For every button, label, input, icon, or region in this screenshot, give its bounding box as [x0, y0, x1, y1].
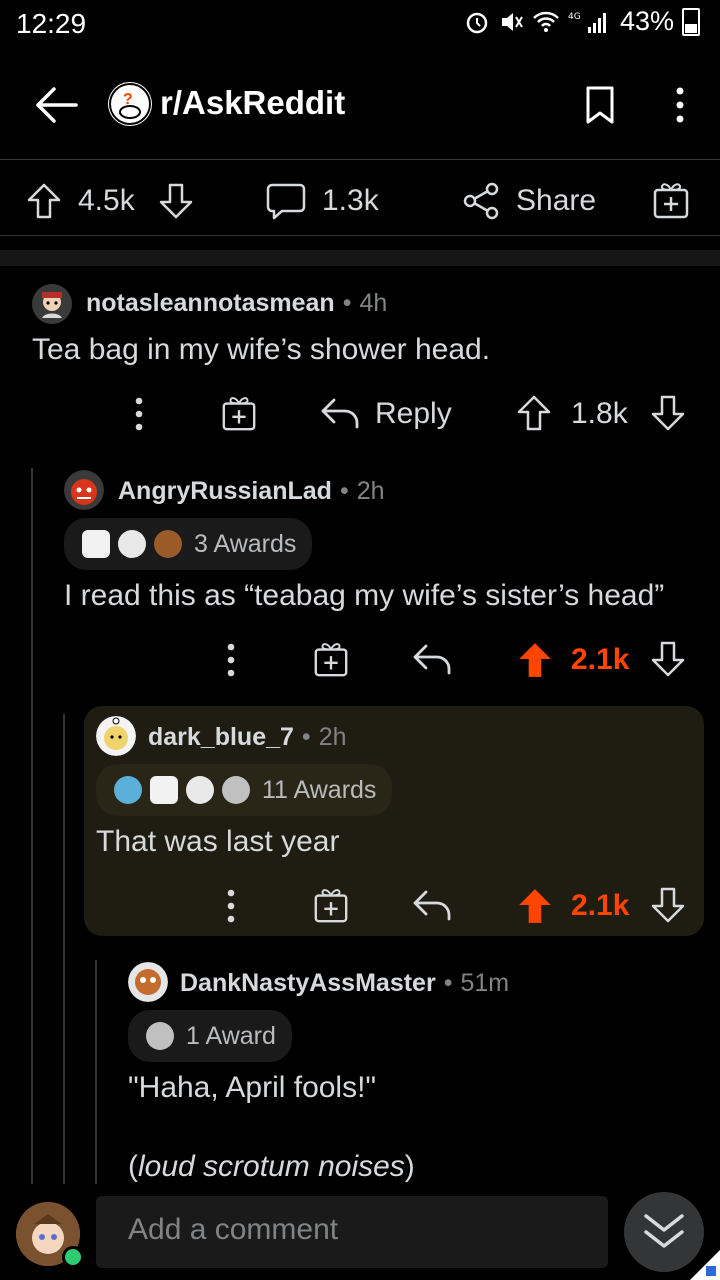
- reply-button[interactable]: Reply: [375, 397, 452, 431]
- comment-header: dark_blue_7 • 2h: [148, 723, 347, 752]
- awards-count: 11 Awards: [262, 775, 377, 804]
- comment-age: 2h: [318, 723, 347, 751]
- bookmark-icon[interactable]: [586, 86, 614, 124]
- avatar[interactable]: [128, 962, 168, 1002]
- comment-age: 51m: [460, 969, 510, 997]
- comment-body: Tea bag in my wife’s shower head.: [32, 333, 491, 366]
- reply-arrow-icon[interactable]: [412, 888, 452, 922]
- comment-header: notasleannotasmean • 4h: [86, 289, 387, 318]
- awards-badge[interactable]: 11 Awards: [96, 764, 393, 816]
- battery-percent: 43%: [619, 6, 674, 36]
- thread-line: [63, 714, 65, 1184]
- user-avatar-icon: [32, 284, 72, 324]
- dot-separator: •: [342, 289, 352, 317]
- comment-more-icon[interactable]: [225, 642, 237, 678]
- back-arrow-icon[interactable]: [34, 86, 78, 124]
- italic-text: loud scrotum noises: [138, 1150, 405, 1183]
- wholesome-award-icon: [82, 530, 110, 558]
- mute-icon: [501, 12, 523, 31]
- thread-line: [95, 960, 97, 1184]
- header-divider: [0, 159, 720, 160]
- comment-body: I read this as “teabag my wife’s sister’…: [64, 579, 665, 612]
- user-avatar-icon: [128, 962, 168, 1002]
- avatar[interactable]: [32, 284, 72, 324]
- award-gift-icon[interactable]: [220, 394, 258, 432]
- wholesome-award-icon: [150, 776, 178, 804]
- downvote-icon[interactable]: [650, 886, 686, 924]
- award-gift-icon[interactable]: [312, 886, 350, 924]
- award-gift-icon[interactable]: [652, 180, 690, 220]
- svg-text:4G: 4G: [568, 12, 581, 22]
- signal-icon: 4G: [568, 12, 606, 33]
- comment-body-italic: (loud scrotum noises): [128, 1150, 415, 1183]
- subreddit-title[interactable]: r/AskReddit: [160, 84, 345, 122]
- user-avatar-icon: [96, 716, 136, 756]
- comment-age: 2h: [356, 477, 385, 505]
- awards-badge[interactable]: 1 Award: [128, 1010, 292, 1062]
- section-separator: [0, 250, 720, 266]
- comment-body: That was last year: [96, 825, 340, 858]
- online-indicator: [62, 1246, 84, 1268]
- battery-icon: [682, 7, 700, 36]
- comment-username[interactable]: dark_blue_7: [148, 723, 294, 752]
- dot-separator: •: [301, 723, 311, 751]
- post-comment-count[interactable]: 1.3k: [322, 184, 379, 218]
- helpful-award-icon: [114, 776, 142, 804]
- upvote-icon[interactable]: [516, 394, 552, 432]
- silver-award-icon: [146, 1022, 174, 1050]
- bear-award-icon: [154, 530, 182, 558]
- comment-input-placeholder: Add a comment: [128, 1213, 339, 1246]
- comment-header: DankNastyAssMaster • 51m: [180, 969, 509, 998]
- reply-arrow-icon[interactable]: [412, 642, 452, 676]
- double-chevron-down-icon: [644, 1214, 684, 1248]
- upvote-icon[interactable]: [26, 182, 62, 220]
- comment-username[interactable]: AngryRussianLad: [118, 477, 332, 506]
- downvote-icon[interactable]: [158, 182, 194, 220]
- comment-age: 4h: [359, 289, 388, 317]
- comment-score: 2.1k: [571, 889, 630, 922]
- post-upvote-count: 4.5k: [78, 184, 135, 217]
- laughing-award-icon: [118, 530, 146, 558]
- comment-more-icon[interactable]: [133, 396, 145, 432]
- alarm-icon: [466, 12, 488, 33]
- comment-header: AngryRussianLad • 2h: [118, 477, 385, 506]
- comment-more-icon[interactable]: [225, 888, 237, 924]
- share-icon[interactable]: [462, 182, 500, 220]
- avatar[interactable]: [96, 716, 136, 756]
- award-gift-icon[interactable]: [312, 640, 350, 678]
- silver-award-icon: [222, 776, 250, 804]
- awards-badge[interactable]: 3 Awards: [64, 518, 313, 570]
- share-button[interactable]: Share: [516, 184, 596, 218]
- comment-username[interactable]: notasleannotasmean: [86, 289, 335, 318]
- comment-body: "Haha, April fools!": [128, 1071, 377, 1104]
- reply-arrow-icon[interactable]: [320, 396, 360, 430]
- corner-badge-icon: [690, 1250, 720, 1280]
- wifi-icon: [533, 11, 559, 32]
- thread-line: [31, 468, 33, 1184]
- avatar[interactable]: [64, 470, 104, 510]
- awards-count: 1 Award: [186, 1021, 276, 1050]
- upvote-active-icon[interactable]: [516, 886, 554, 926]
- laughing-award-icon: [186, 776, 214, 804]
- downvote-icon[interactable]: [650, 640, 686, 678]
- dot-separator: •: [339, 477, 349, 505]
- actions-divider: [0, 235, 720, 236]
- awards-count: 3 Awards: [194, 529, 297, 558]
- status-time: 12:29: [16, 8, 87, 39]
- user-avatar-icon: [64, 470, 104, 510]
- comment-score: 2.1k: [571, 643, 630, 676]
- status-icons: 4G 43%: [464, 6, 700, 37]
- comment-username[interactable]: DankNastyAssMaster: [180, 969, 436, 998]
- comment-icon[interactable]: [266, 182, 306, 220]
- upvote-active-icon[interactable]: [516, 640, 554, 680]
- subreddit-icon[interactable]: ?: [108, 82, 152, 126]
- comment-score: 1.8k: [571, 397, 628, 430]
- more-options-icon[interactable]: [674, 86, 686, 124]
- downvote-icon[interactable]: [650, 394, 686, 432]
- dot-separator: •: [443, 969, 453, 997]
